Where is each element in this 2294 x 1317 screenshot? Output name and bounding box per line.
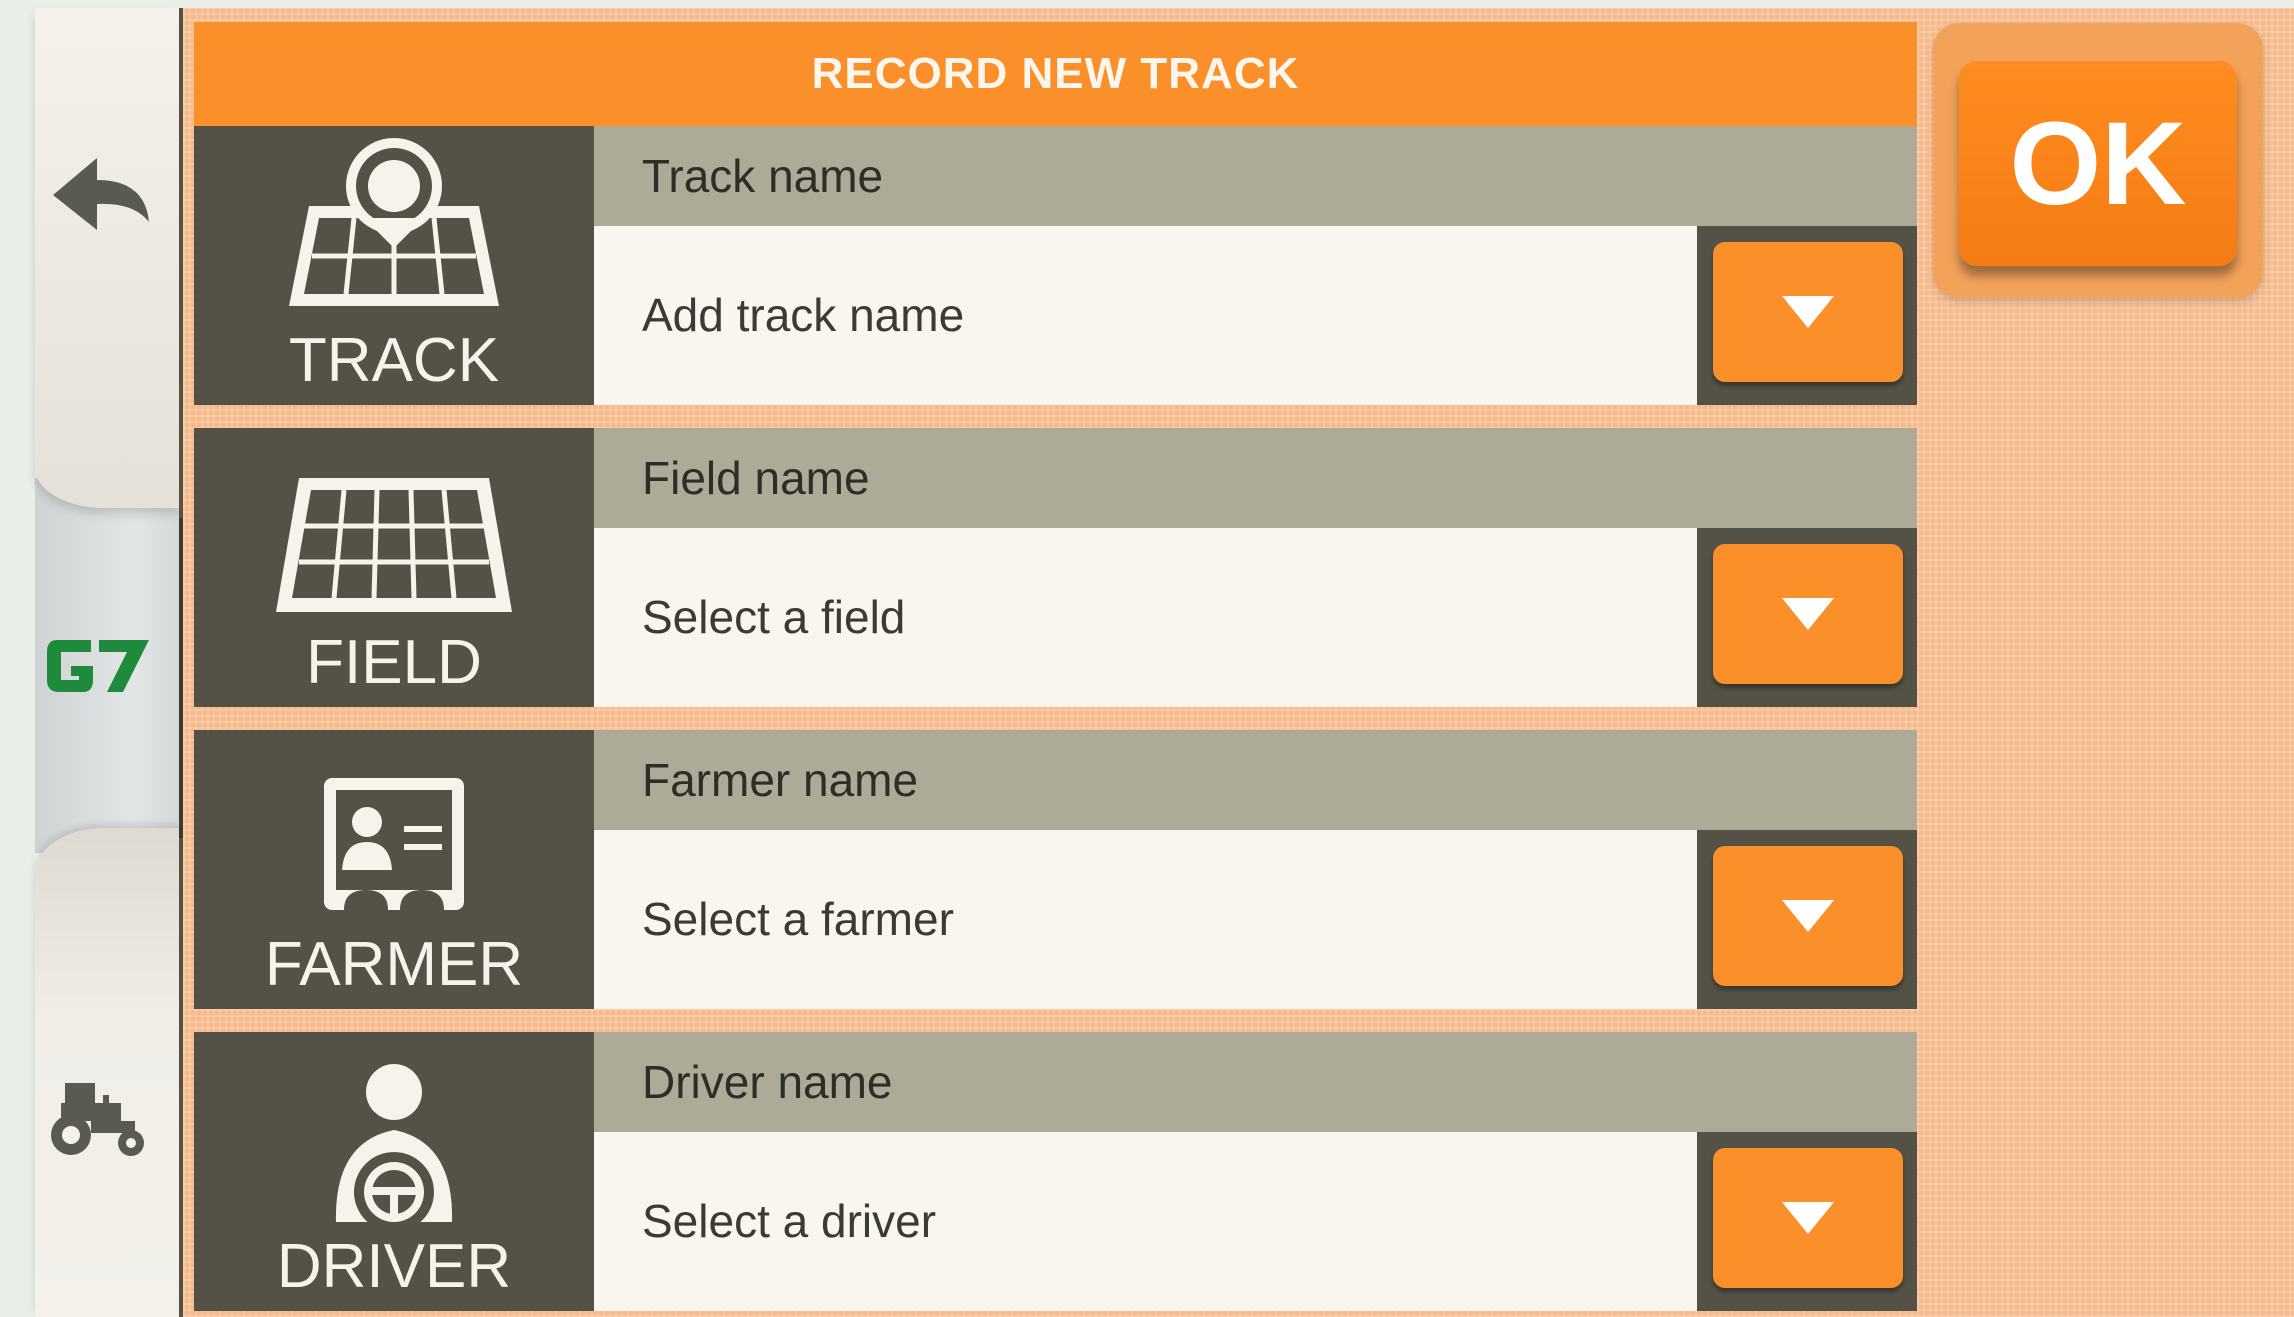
chevron-down-icon — [1782, 296, 1834, 328]
track-dropdown-frame — [1697, 226, 1917, 405]
ok-button-frame: OK — [1933, 23, 2263, 298]
driver-row: DRIVER Driver name Select a driver — [194, 1032, 1917, 1311]
rail-top-section — [35, 8, 179, 508]
g7-logo-mark — [46, 640, 149, 692]
farmer-icon-tile: FARMER — [194, 730, 594, 1009]
track-icon-tile: TRACK — [194, 126, 594, 405]
farmer-name-title: Farmer name — [594, 730, 1917, 830]
field-select[interactable]: Select a field — [594, 528, 1697, 707]
g7-logo[interactable] — [40, 625, 155, 705]
field-grid-icon — [276, 478, 512, 612]
field-name-title: Field name — [594, 428, 1917, 528]
farmer-dropdown-frame — [1697, 830, 1917, 1009]
field-dropdown-button[interactable] — [1713, 544, 1903, 684]
ok-button[interactable]: OK — [1959, 61, 2237, 266]
track-row: TRACK Track name Add track name — [194, 126, 1917, 405]
chevron-down-icon — [1782, 900, 1834, 932]
chevron-down-icon — [1782, 598, 1834, 630]
page-title: RECORD NEW TRACK — [194, 22, 1917, 126]
field-icon-tile: FIELD — [194, 428, 594, 707]
tractor-icon — [50, 1082, 144, 1156]
chevron-down-icon — [1782, 1202, 1834, 1234]
track-name-input[interactable]: Add track name — [594, 226, 1697, 405]
farmer-id-card-icon — [324, 778, 464, 910]
driver-icon-label: DRIVER — [276, 1232, 512, 1301]
back-arrow-icon — [52, 158, 149, 230]
driver-dropdown-frame — [1697, 1132, 1917, 1311]
track-icon-label: TRACK — [288, 326, 500, 395]
farmer-row: FARMER Farmer name Select a farmer — [194, 730, 1917, 1009]
farmer-dropdown-button[interactable] — [1713, 846, 1903, 986]
field-row: FIELD Field name Select a field — [194, 428, 1917, 707]
field-icon-label: FIELD — [306, 628, 482, 697]
track-name-title: Track name — [594, 126, 1917, 226]
tractor-button[interactable] — [40, 1060, 155, 1175]
driver-steering-wheel-icon — [335, 1064, 453, 1232]
record-track-panel: RECORD NEW TRACK OK TRACK Track name Add… — [183, 8, 2294, 1317]
back-button[interactable] — [42, 140, 157, 250]
track-pin-grid-icon — [289, 138, 499, 306]
driver-select[interactable]: Select a driver — [594, 1132, 1697, 1311]
track-dropdown-button[interactable] — [1713, 242, 1903, 382]
farmer-select[interactable]: Select a farmer — [594, 830, 1697, 1009]
driver-name-title: Driver name — [594, 1032, 1917, 1132]
driver-dropdown-button[interactable] — [1713, 1148, 1903, 1288]
field-dropdown-frame — [1697, 528, 1917, 707]
farmer-icon-label: FARMER — [264, 930, 524, 999]
driver-icon-tile: DRIVER — [194, 1032, 594, 1311]
